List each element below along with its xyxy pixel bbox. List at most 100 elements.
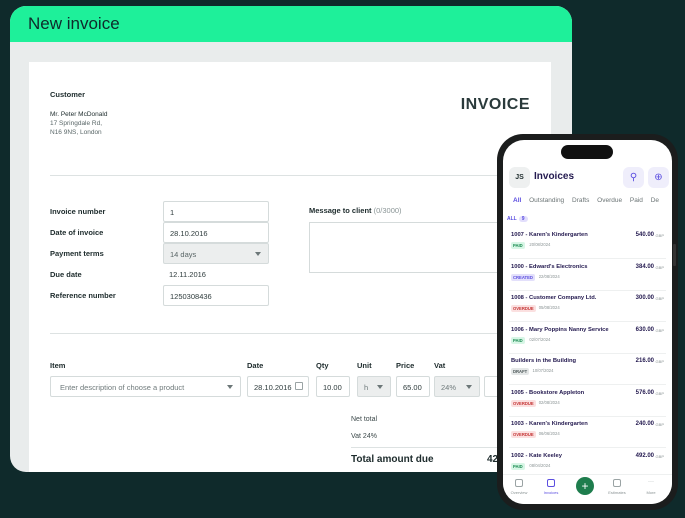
nav-more[interactable]: ··· More xyxy=(637,479,665,495)
invoice-currency: GBP xyxy=(655,422,664,427)
tab-more[interactable]: De xyxy=(651,197,659,204)
invoice-currency: GBP xyxy=(655,327,664,333)
invoice-title: Builders in the Building xyxy=(511,358,577,364)
nav-estimates-label: Estimates xyxy=(608,490,626,495)
tab-outstanding[interactable]: Outstanding xyxy=(529,197,564,204)
all-filter-chip[interactable]: ALL 9 xyxy=(507,216,528,222)
page-title: Invoices xyxy=(534,171,575,182)
unit-select[interactable]: h xyxy=(357,376,391,397)
chevron-down-icon xyxy=(227,385,233,389)
invoice-title: 1007 - Karen's Kindergarten xyxy=(511,232,588,238)
due-date-label: Due date xyxy=(50,270,82,279)
calendar-icon xyxy=(295,382,303,390)
date-input[interactable]: 28.10.2016 xyxy=(163,222,269,243)
add-icon[interactable]: ⊕ xyxy=(648,167,669,188)
vat-value: 24% xyxy=(441,383,457,392)
invoice-amount: 492.00 xyxy=(635,452,654,459)
date-label: Date of invoice xyxy=(50,228,104,237)
invoice-heading: INVOICE xyxy=(460,96,530,113)
reference-input[interactable]: 1250308436 xyxy=(163,285,269,306)
item-description-input[interactable]: Enter description of choose a product xyxy=(50,376,241,397)
status-badge: OVERDUE xyxy=(511,399,536,407)
invoice-currency: GBP xyxy=(655,359,664,364)
chevron-down-icon xyxy=(255,252,261,256)
address-line-1: 17 Springdale Rd, xyxy=(50,120,103,127)
list-item[interactable]: Builders in the Building DRAFT 10/07/2024 2… xyxy=(509,354,666,385)
address-line-2: N16 9NS, London xyxy=(50,129,102,136)
tab-all[interactable]: All xyxy=(513,197,521,204)
message-label-text: Message to client xyxy=(309,206,372,215)
list-item[interactable]: 1003 - Karen's Kindergarten OVERDUE 06/06/… xyxy=(509,417,666,448)
bottom-nav: Overview Invoices + Estimates ··· More xyxy=(503,474,672,504)
tab-overdue[interactable]: Overdue xyxy=(597,197,622,204)
status-badge: OVERDUE xyxy=(511,431,536,438)
vat-select[interactable]: 24% xyxy=(434,376,480,397)
payment-terms-label: Payment terms xyxy=(50,249,104,258)
invoice-date: 22/08/2024 xyxy=(538,273,560,279)
vat-header: Vat xyxy=(434,361,446,370)
net-total-label: Net total xyxy=(351,416,378,423)
message-char-count: (0/3000) xyxy=(373,206,402,215)
list-item[interactable]: 1008 - Customer Company Ltd. OVERDUE 05/08… xyxy=(509,291,666,322)
customer-name: Mr. Peter McDonald xyxy=(50,111,108,118)
invoice-amount: 540.00 xyxy=(635,232,654,238)
search-icon[interactable]: ⚲ xyxy=(623,167,644,188)
invoice-number-input[interactable]: 1 xyxy=(163,201,269,222)
customer-label: Customer xyxy=(50,90,86,99)
nav-invoices[interactable]: Invoices xyxy=(537,479,565,495)
tab-paid[interactable]: Paid xyxy=(630,197,643,204)
invoice-currency: GBP xyxy=(655,453,664,459)
due-date-value: 12.11.2016 xyxy=(169,270,206,279)
invoice-date: 06/06/2024 xyxy=(538,431,560,436)
tab-drafts[interactable]: Drafts xyxy=(572,197,589,204)
nav-overview[interactable]: Overview xyxy=(505,479,533,495)
filter-tabs: All Outstanding Drafts Overdue Paid De xyxy=(513,197,665,204)
divider xyxy=(50,175,530,176)
invoice-paper: Customer Mr. Peter McDonald 17 Springdal… xyxy=(29,62,551,472)
new-invoice-button[interactable]: + xyxy=(576,477,594,495)
item-date-input[interactable]: 28.10.2016 xyxy=(247,376,309,397)
unit-header: Unit xyxy=(357,361,372,370)
list-item[interactable]: 1007 - Karen's Kindergarten PAID 20/08/202… xyxy=(509,228,666,259)
invoice-title: 1008 - Customer Company Ltd. xyxy=(511,295,597,301)
qty-header: Qty xyxy=(316,361,329,370)
invoice-date: 20/08/2024 xyxy=(529,242,551,247)
invoice-date: 05/08/2024 xyxy=(538,305,560,310)
dynamic-island xyxy=(561,145,613,159)
phone-screen: JS Invoices ⚲ ⊕ All Outstanding Drafts O… xyxy=(503,140,672,504)
list-item[interactable]: 1000 - Edward's Electronics CREATED 22/08/… xyxy=(509,260,666,291)
invoice-title: 1002 - Kate Keeley xyxy=(511,452,562,459)
status-badge: CREATED xyxy=(511,273,535,281)
invoice-title: 1005 - Bookstore Appleton xyxy=(511,389,585,396)
invoice-currency: GBP xyxy=(655,233,664,238)
message-label: Message to client (0/3000) xyxy=(309,206,402,215)
nav-estimates[interactable]: Estimates xyxy=(603,479,631,495)
invoice-number-label: Invoice number xyxy=(50,207,106,216)
invoice-date: 10/07/2024 xyxy=(532,368,554,373)
nav-overview-label: Overview xyxy=(510,490,528,495)
date-header: Date xyxy=(247,361,264,370)
price-header: Price xyxy=(396,361,415,370)
invoice-title: 1006 - Mary Poppins Nanny Service xyxy=(511,326,609,333)
invoice-currency: GBP xyxy=(655,390,664,396)
list-item[interactable]: 1006 - Mary Poppins Nanny Service PAID 02/… xyxy=(509,323,666,354)
invoice-amount: 240.00 xyxy=(635,421,654,427)
chevron-down-icon xyxy=(466,385,472,389)
invoices-icon xyxy=(547,479,555,487)
overview-icon xyxy=(515,479,523,487)
phone-header: JS Invoices ⚲ ⊕ xyxy=(503,166,672,190)
status-badge: DRAFT xyxy=(511,368,530,375)
price-input[interactable]: 65.00 xyxy=(396,376,430,397)
customer-address[interactable]: Mr. Peter McDonald 17 Springdale Rd, N16… xyxy=(50,110,107,137)
invoice-amount: 576.00 xyxy=(635,389,654,396)
status-badge: PAID xyxy=(511,242,525,249)
qty-input[interactable]: 10.00 xyxy=(316,376,350,397)
payment-terms-select[interactable]: 14 days xyxy=(163,243,269,264)
invoice-amount: 630.00 xyxy=(635,326,654,333)
invoice-date: 02/08/2024 xyxy=(538,399,560,405)
phone-device: JS Invoices ⚲ ⊕ All Outstanding Drafts O… xyxy=(497,134,678,510)
reference-label: Reference number xyxy=(50,291,116,300)
list-item[interactable]: 1005 - Bookstore Appleton OVERDUE 02/08/20… xyxy=(509,386,666,417)
divider xyxy=(50,333,530,334)
avatar[interactable]: JS xyxy=(509,167,530,188)
